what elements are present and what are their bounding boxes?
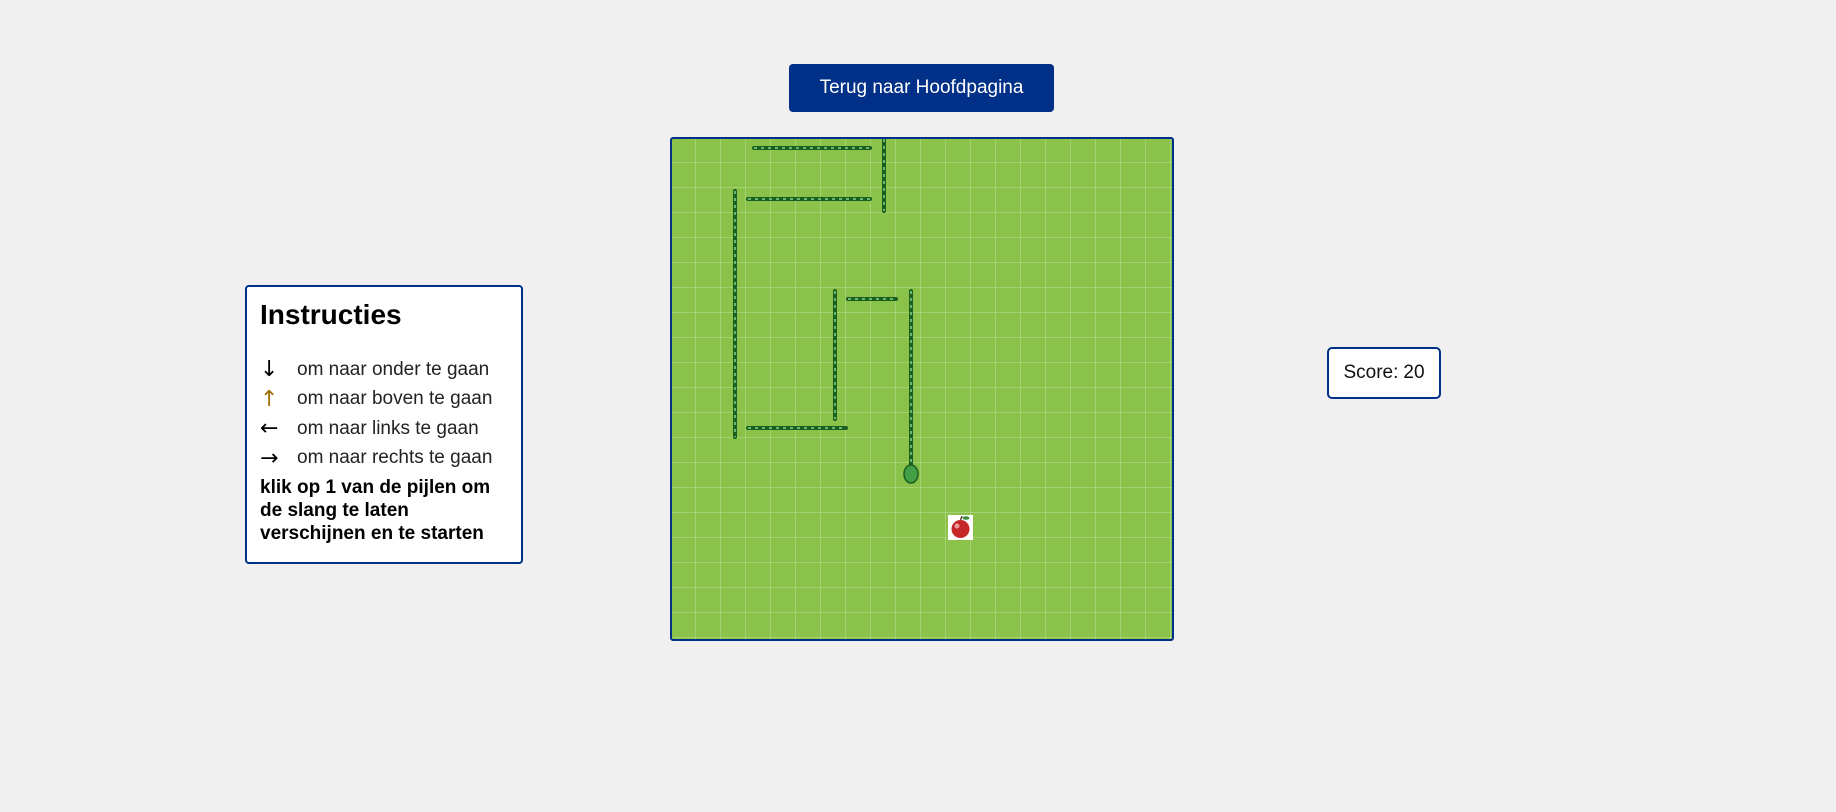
game-board[interactable]: [670, 137, 1174, 641]
instruction-down-label: om naar onder te gaan: [297, 358, 490, 380]
snake-head-icon: [903, 464, 919, 484]
arrow-right-icon: →: [260, 445, 279, 471]
instruction-up-label: om naar boven te gaan: [297, 388, 493, 410]
score-label: Score:: [1343, 362, 1399, 383]
arrow-up-icon: ↑: [260, 386, 279, 412]
instructions-panel: Instructies ↓ om naar onder te gaan ↑ om…: [245, 285, 523, 564]
instruction-right: → om naar rechts te gaan: [260, 444, 509, 474]
instructions-start-note: klik op 1 van de pijlen om de slang te l…: [260, 477, 491, 544]
score-box: Score: 20: [1327, 347, 1441, 399]
instruction-right-label: om naar rechts te gaan: [297, 447, 493, 469]
instruction-left-label: om naar links te gaan: [297, 417, 479, 439]
back-to-home-button[interactable]: Terug naar Hoofdpagina: [789, 64, 1054, 112]
instruction-down: ↓ om naar onder te gaan: [260, 355, 509, 385]
instruction-left: ← om naar links te gaan: [260, 414, 509, 444]
game-board-canvas: [733, 139, 973, 540]
apple-icon: [948, 515, 973, 540]
score-value: 20: [1403, 362, 1425, 383]
instructions-title: Instructies: [260, 299, 402, 330]
arrow-down-icon: ↓: [260, 357, 279, 383]
instruction-up: ↑ om naar boven te gaan: [260, 385, 509, 415]
arrow-left-icon: ←: [260, 416, 279, 442]
